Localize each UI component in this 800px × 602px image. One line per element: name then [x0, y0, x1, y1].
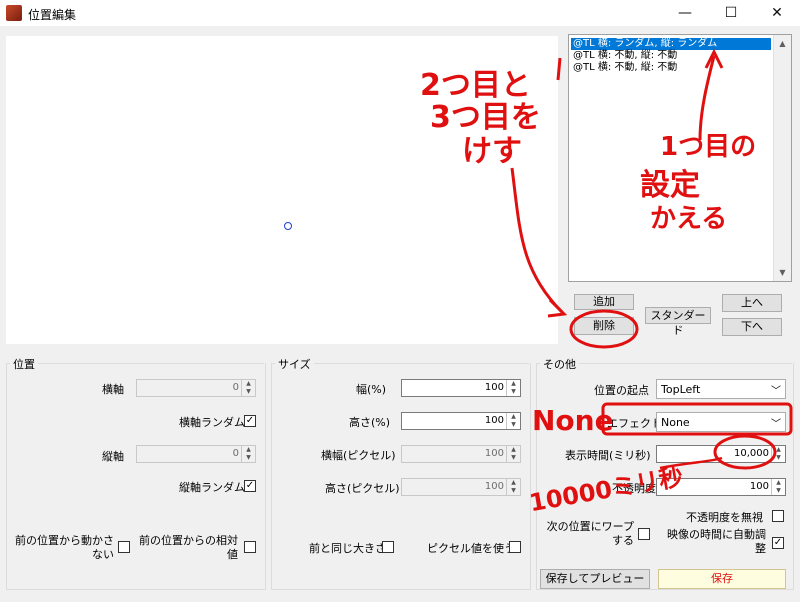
annotation-text: かえる — [650, 204, 728, 234]
annotation-text: None — [532, 404, 614, 437]
annotation-text: 1つ目の — [660, 132, 757, 162]
annotation-strokes — [510, 48, 793, 470]
annotation-text: けす — [462, 134, 522, 169]
